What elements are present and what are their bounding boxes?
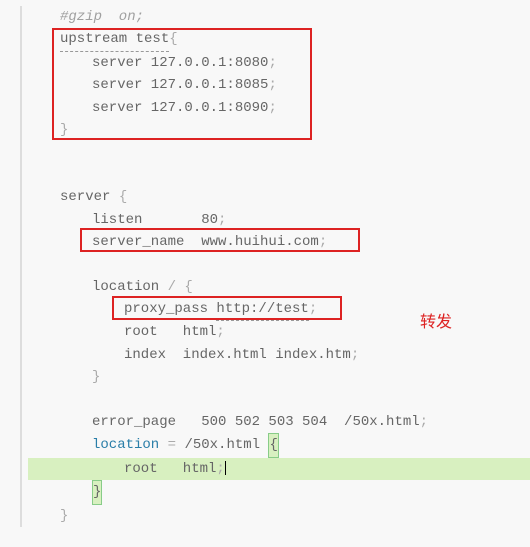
code-line: location / { — [28, 276, 530, 298]
code-line: root html; — [28, 321, 530, 343]
code-line: #gzip on; — [28, 6, 530, 28]
blank-line — [28, 164, 530, 186]
code-line: } — [28, 366, 530, 388]
code-line-highlighted: root html; — [28, 458, 530, 480]
blank-line — [28, 253, 530, 275]
code-block: #gzip on; upstream test{ server 127.0.0.… — [20, 6, 530, 527]
code-line: } — [28, 480, 530, 504]
code-line: server 127.0.0.1:8090; — [28, 97, 530, 119]
code-line: } — [28, 119, 530, 141]
code-line: error_page 500 502 503 504 /50x.html; — [28, 411, 530, 433]
code-line: server 127.0.0.1:8085; — [28, 74, 530, 96]
code-line: index index.html index.htm; — [28, 344, 530, 366]
blank-line — [28, 141, 530, 163]
code-line: proxy_pass http://test; — [28, 298, 530, 321]
code-line: server 127.0.0.1:8080; — [28, 52, 530, 74]
brace-close: } — [92, 480, 102, 504]
code-line: upstream test{ — [28, 28, 530, 51]
blank-line — [28, 389, 530, 411]
upstream-decl: upstream test — [60, 28, 169, 51]
code-line: listen 80; — [28, 209, 530, 231]
comment-text: #gzip on; — [60, 9, 144, 25]
location-keyword: location — [92, 437, 159, 453]
code-line: server_name www.huihui.com; — [28, 231, 530, 253]
text-cursor — [225, 461, 226, 475]
brace-open: { — [268, 433, 278, 457]
code-line: location = /50x.html { — [28, 433, 530, 457]
code-line: server { — [28, 186, 530, 208]
proxy-target: http://test — [216, 298, 308, 321]
annotation-forward: 转发 — [420, 310, 452, 336]
